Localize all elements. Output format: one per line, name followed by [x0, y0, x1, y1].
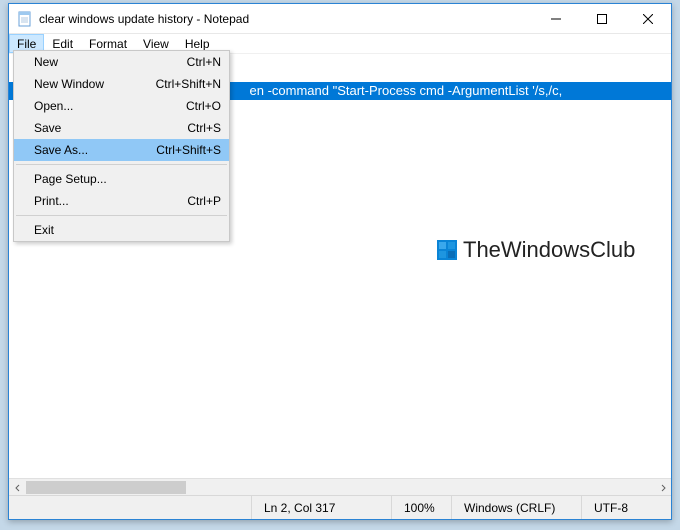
minimize-button[interactable] — [533, 4, 579, 34]
menu-save-as[interactable]: Save As... Ctrl+Shift+S — [14, 139, 229, 161]
scroll-right-button[interactable] — [654, 479, 671, 496]
menu-open[interactable]: Open... Ctrl+O — [14, 95, 229, 117]
scroll-track[interactable] — [26, 479, 654, 495]
menu-item-label: Save As... — [34, 143, 156, 157]
status-zoom: 100% — [391, 496, 451, 519]
menu-new-window[interactable]: New Window Ctrl+Shift+N — [14, 73, 229, 95]
watermark-text: TheWindowsClub — [463, 237, 635, 263]
menu-print[interactable]: Print... Ctrl+P — [14, 190, 229, 212]
menu-separator — [16, 164, 227, 165]
status-eol: Windows (CRLF) — [451, 496, 581, 519]
menu-item-label: New Window — [34, 77, 156, 91]
status-encoding: UTF-8 — [581, 496, 671, 519]
menu-item-shortcut: Ctrl+Shift+N — [156, 77, 221, 91]
windowsclub-logo-icon — [435, 238, 459, 262]
scroll-thumb[interactable] — [26, 481, 186, 494]
menu-item-shortcut: Ctrl+P — [187, 194, 221, 208]
menu-new[interactable]: New Ctrl+N — [14, 51, 229, 73]
menu-page-setup[interactable]: Page Setup... — [14, 168, 229, 190]
notepad-icon — [17, 11, 33, 27]
status-position: Ln 2, Col 317 — [251, 496, 391, 519]
menu-item-shortcut: Ctrl+Shift+S — [156, 143, 221, 157]
window-controls — [533, 4, 671, 34]
menu-item-label: Save — [34, 121, 187, 135]
horizontal-scrollbar[interactable] — [9, 478, 671, 495]
menu-item-label: Open... — [34, 99, 186, 113]
statusbar: Ln 2, Col 317 100% Windows (CRLF) UTF-8 — [9, 495, 671, 519]
menu-separator — [16, 215, 227, 216]
titlebar: clear windows update history - Notepad — [9, 4, 671, 34]
window-title: clear windows update history - Notepad — [39, 12, 533, 26]
menu-exit[interactable]: Exit — [14, 219, 229, 241]
maximize-button[interactable] — [579, 4, 625, 34]
menu-item-shortcut: Ctrl+O — [186, 99, 221, 113]
menu-save[interactable]: Save Ctrl+S — [14, 117, 229, 139]
menu-item-label: New — [34, 55, 187, 69]
menu-item-label: Page Setup... — [34, 172, 221, 186]
menu-item-label: Exit — [34, 223, 221, 237]
menu-item-label: Print... — [34, 194, 187, 208]
menu-item-shortcut: Ctrl+S — [187, 121, 221, 135]
close-button[interactable] — [625, 4, 671, 34]
scroll-left-button[interactable] — [9, 479, 26, 496]
watermark: TheWindowsClub — [435, 237, 635, 263]
menu-item-shortcut: Ctrl+N — [187, 55, 221, 69]
file-menu-dropdown: New Ctrl+N New Window Ctrl+Shift+N Open.… — [13, 50, 230, 242]
